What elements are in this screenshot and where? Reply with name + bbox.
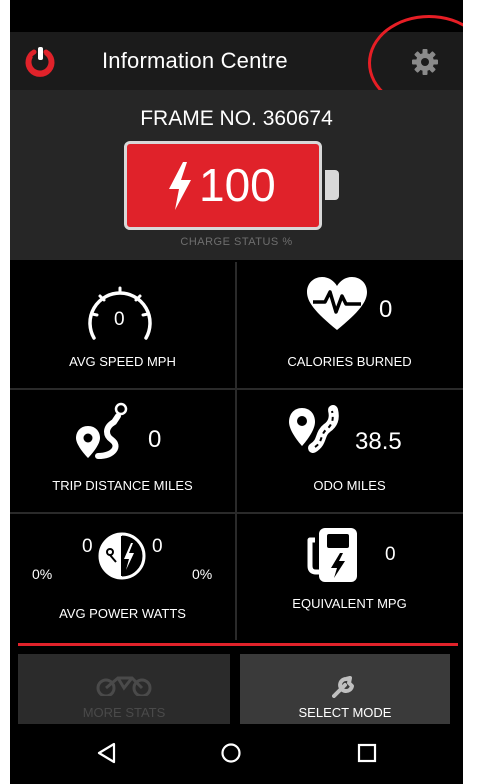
recents-square-icon[interactable] [356, 742, 378, 764]
wrench-icon [332, 676, 354, 698]
more-stats-button[interactable]: MORE STATS [18, 654, 230, 724]
stat-avg-speed[interactable]: 0 AVG SPEED MPH [10, 262, 235, 390]
calories-value: 0 [379, 296, 393, 323]
mpg-label: EQUIVALENT MPG [292, 596, 407, 611]
avg-power-label: AVG POWER WATTS [59, 606, 186, 621]
calories-label: CALORIES BURNED [287, 354, 412, 369]
avg-speed-label: AVG SPEED MPH [69, 354, 176, 369]
divider-accent-line [18, 643, 458, 646]
mpg-value: 0 [385, 544, 396, 565]
frame-number: FRAME NO. 360674 [140, 107, 333, 130]
odometer-route-icon [289, 405, 339, 453]
home-circle-icon[interactable] [220, 742, 242, 764]
avg-speed-value: 0 [114, 309, 125, 330]
stat-trip-distance[interactable]: 0 TRIP DISTANCE MILES [10, 390, 235, 518]
select-mode-button[interactable]: SELECT MODE [240, 654, 450, 724]
power-logo-icon[interactable] [24, 45, 56, 77]
battery-indicator: 100 [124, 141, 322, 230]
avg-power-right-value: 0 [152, 536, 163, 557]
bicycle-icon [96, 676, 152, 696]
stat-odo[interactable]: 38.5 ODO MILES [237, 390, 462, 518]
system-nav-bar [10, 724, 463, 784]
avg-power-left-percent: 0% [32, 566, 53, 582]
battery-panel: FRAME NO. 360674 100 CHARGE STATUS % [10, 90, 463, 260]
stat-avg-power[interactable]: 0 0 0% 0% AVG POWER WATTS [10, 514, 235, 642]
back-triangle-icon[interactable] [96, 742, 118, 764]
odo-value: 38.5 [355, 428, 402, 455]
power-split-icon [98, 532, 146, 580]
app-bar: Information Centre [10, 32, 463, 90]
phone-screen: Information Centre FRAME NO. 360674 100 … [10, 0, 463, 784]
stat-mpg[interactable]: 0 EQUIVALENT MPG [237, 514, 462, 642]
avg-power-right-percent: 0% [192, 566, 213, 582]
lightning-bolt-icon [169, 162, 191, 210]
charge-value: 100 [199, 159, 276, 211]
page-title: Information Centre [102, 48, 288, 73]
battery-tip [325, 170, 339, 200]
more-stats-label: MORE STATS [82, 705, 166, 720]
charge-status-label: CHARGE STATUS % [180, 236, 293, 248]
trip-distance-label: TRIP DISTANCE MILES [52, 478, 193, 493]
charging-station-icon [307, 528, 357, 582]
route-pin-icon [76, 402, 128, 459]
avg-power-left-value: 0 [82, 536, 93, 557]
trip-distance-value: 0 [148, 426, 162, 453]
odo-label: ODO MILES [313, 478, 386, 493]
gear-icon[interactable] [411, 48, 439, 76]
heart-pulse-icon [307, 277, 367, 330]
stat-calories[interactable]: 0 CALORIES BURNED [237, 262, 462, 390]
select-mode-label: SELECT MODE [298, 705, 392, 720]
